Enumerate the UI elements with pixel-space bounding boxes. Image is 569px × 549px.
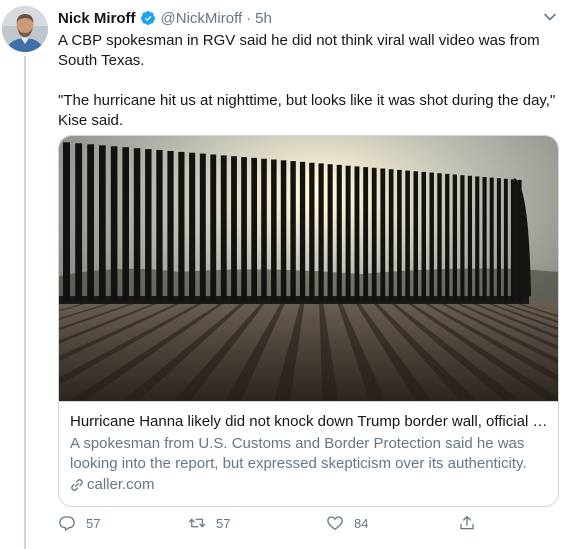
tweet-text-paragraph-2: "The hurricane hit us at nighttime, but … bbox=[58, 91, 558, 131]
tweet[interactable]: Nick Miroff @NickMiroff · 5h A CBP spoke… bbox=[0, 0, 569, 549]
like-count: 84 bbox=[354, 515, 369, 531]
share-button[interactable] bbox=[458, 514, 476, 532]
like-icon bbox=[327, 516, 343, 531]
card-domain[interactable]: caller.com bbox=[70, 475, 548, 495]
link-preview-card[interactable]: Hurricane Hanna likely did not knock dow… bbox=[58, 135, 559, 507]
card-image[interactable] bbox=[59, 136, 558, 401]
retweet-button[interactable]: 57 bbox=[188, 514, 230, 532]
reply-count: 57 bbox=[86, 515, 101, 531]
verified-badge-icon bbox=[140, 11, 155, 25]
reply-button[interactable]: 57 bbox=[58, 514, 100, 532]
tweet-header: Nick Miroff @NickMiroff · 5h bbox=[58, 8, 272, 28]
reply-icon bbox=[59, 516, 75, 531]
like-button[interactable]: 84 bbox=[326, 514, 368, 532]
separator-dot: · bbox=[246, 9, 252, 27]
tweet-text-line: A CBP spokesman in RGV said he did not t… bbox=[58, 32, 540, 49]
share-icon bbox=[460, 515, 474, 530]
card-description-line: A spokesman from U.S. Customs and Border… bbox=[70, 435, 525, 452]
card-text: Hurricane Hanna likely did not knock dow… bbox=[59, 401, 558, 506]
tweet-timestamp[interactable]: 5h bbox=[255, 10, 272, 27]
link-icon bbox=[71, 479, 83, 491]
tweet-actions: 57 57 84 bbox=[58, 514, 488, 536]
tweet-text-line: "The hurricane hit us at nighttime, but … bbox=[58, 92, 556, 109]
author-name[interactable]: Nick Miroff bbox=[58, 10, 136, 27]
thread-line bbox=[24, 56, 26, 549]
tweet-text-paragraph-1: A CBP spokesman in RGV said he did not t… bbox=[58, 31, 558, 71]
card-description-line: looking into the report, but expressed s… bbox=[70, 455, 527, 472]
chevron-down-icon[interactable] bbox=[543, 10, 557, 24]
card-description: A spokesman from U.S. Customs and Border… bbox=[70, 434, 548, 474]
card-title[interactable]: Hurricane Hanna likely did not knock dow… bbox=[70, 412, 548, 432]
author-handle[interactable]: @NickMiroff bbox=[161, 10, 243, 27]
card-domain-text: caller.com bbox=[87, 476, 155, 493]
retweet-count: 57 bbox=[216, 515, 231, 531]
avatar[interactable] bbox=[2, 6, 48, 52]
tweet-text-line: South Texas. bbox=[58, 52, 145, 69]
retweet-icon bbox=[188, 518, 206, 528]
tweet-text-line: Kise said. bbox=[58, 112, 124, 129]
